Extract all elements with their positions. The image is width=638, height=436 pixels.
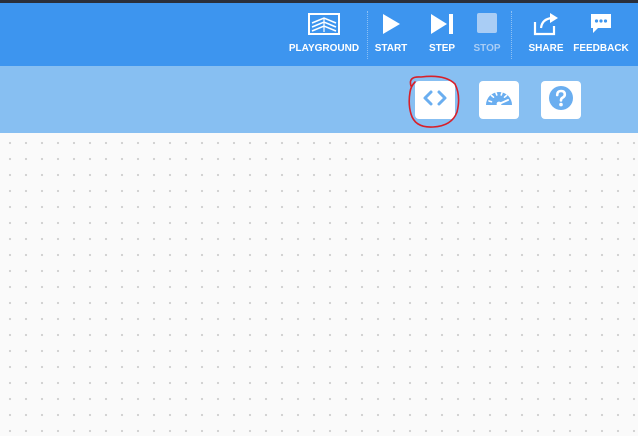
help-button[interactable]	[541, 81, 581, 119]
feedback-button[interactable]: FEEDBACK	[572, 3, 630, 66]
playground-label: PLAYGROUND	[288, 43, 360, 54]
help-icon	[548, 85, 574, 116]
code-button[interactable]	[415, 81, 455, 119]
start-label: START	[374, 43, 408, 54]
code-icon	[420, 88, 450, 113]
share-icon	[532, 3, 560, 41]
toolbar-separator	[367, 11, 368, 59]
speedometer-button[interactable]	[479, 81, 519, 119]
feedback-label: FEEDBACK	[573, 43, 629, 54]
speedometer-icon	[483, 86, 515, 115]
playground-icon	[307, 3, 341, 41]
step-button[interactable]: STEP	[421, 3, 463, 66]
step-label: STEP	[428, 43, 456, 54]
toolbar-separator	[511, 11, 512, 59]
feedback-icon	[588, 3, 614, 41]
stop-button[interactable]: STOP	[466, 3, 508, 66]
stop-icon	[475, 3, 499, 41]
workspace-canvas[interactable]	[0, 133, 638, 436]
main-toolbar: PLAYGROUND START STEP STOP SHARE FEEDBAC…	[0, 3, 638, 66]
play-icon	[379, 3, 403, 41]
stop-label: STOP	[473, 43, 501, 54]
playground-button[interactable]: PLAYGROUND	[284, 3, 364, 66]
step-icon	[428, 3, 456, 41]
start-button[interactable]: START	[370, 3, 412, 66]
secondary-toolbar	[0, 66, 638, 133]
share-button[interactable]: SHARE	[524, 3, 568, 66]
share-label: SHARE	[528, 43, 564, 54]
app-window: PLAYGROUND START STEP STOP SHARE FEEDBAC…	[0, 0, 638, 436]
